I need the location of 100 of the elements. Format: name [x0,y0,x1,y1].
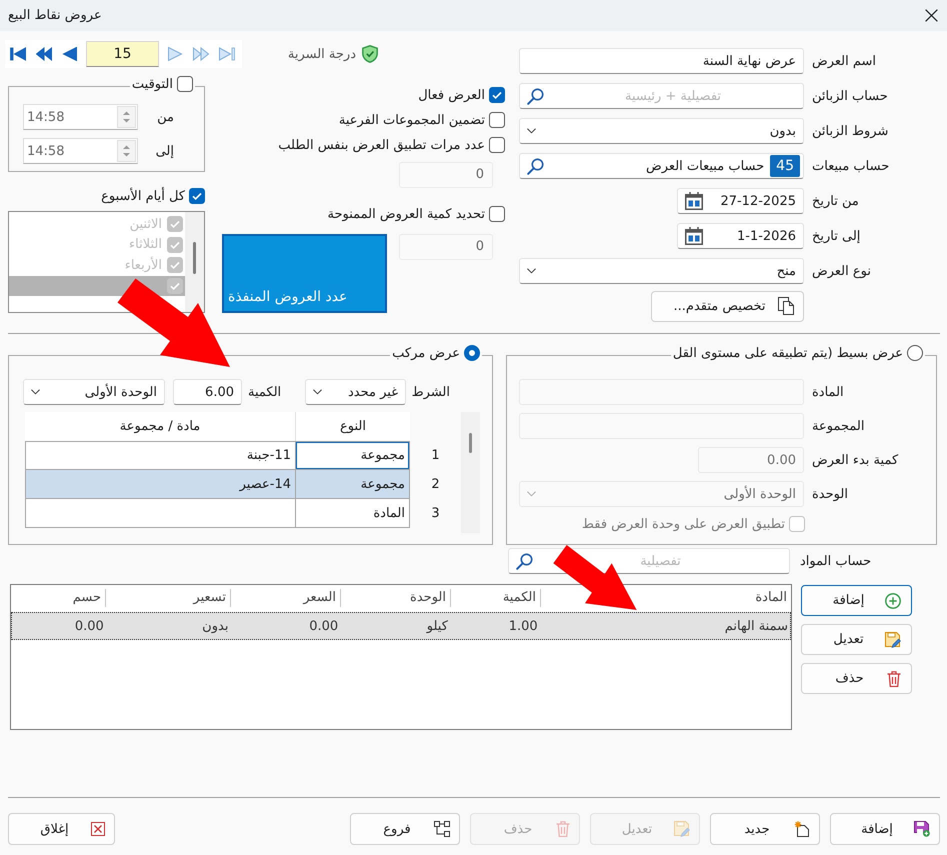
checkbox[interactable] [167,216,183,232]
chevron-down-icon[interactable] [527,268,536,274]
checkbox[interactable] [167,278,183,294]
hierarchy-icon [434,821,450,837]
field-label: من [156,110,174,124]
chevron-down-icon[interactable] [31,389,40,395]
unit-dropdown[interactable]: الوحدة الأولى [23,379,165,405]
search-icon[interactable] [527,88,544,104]
calendar-icon[interactable] [685,192,703,210]
checkbox-label: تطبيق العرض على وحدة العرض فقط [582,516,785,532]
radio-label: عرض بسيط (يتم تطبيقه على مستوى القل [672,346,903,360]
checkbox-label: العرض فعال [418,88,485,102]
spinner-icon[interactable] [117,140,136,162]
document-copy-icon [778,297,794,315]
table-cell[interactable] [25,499,295,528]
floppy-plus-icon [914,821,930,837]
time-field[interactable]: 14:58 [23,104,138,130]
field-label: شروط الزبائن [811,124,890,138]
checkbox-label: عدد مرات تطبيق العرض بنفس الطلب [278,138,485,152]
number-field[interactable]: 0 [399,234,493,260]
close-icon[interactable] [925,9,938,22]
condition-dropdown[interactable]: غير محدد [305,379,406,405]
field-label: الوحدة [811,486,849,502]
checkbox[interactable] [189,188,205,204]
text-field[interactable]: عرض نهاية السنة [519,48,804,74]
field-label: حساب المواد [799,554,872,568]
dropdown[interactable]: الوحدة الأولى [519,481,804,507]
scrollbar-thumb[interactable] [193,242,196,274]
chevron-down-icon[interactable] [527,128,536,134]
document-star-icon [794,821,810,837]
calendar-icon[interactable] [685,227,703,245]
time-field[interactable]: 14:58 [23,138,138,164]
field-label: كمية بدء العرض [811,452,900,468]
add-button[interactable]: إضافة [830,813,940,845]
checkbox-label: التوقيت [132,76,173,92]
dropdown[interactable]: منح [519,258,804,284]
quantity-field[interactable]: 6.00 [173,379,242,405]
edit-button[interactable]: تعديل [801,624,912,655]
field-label: اسم العرض [811,54,878,68]
number-field[interactable]: 0 [399,162,493,188]
checkbox[interactable] [789,516,805,532]
advanced-settings-button[interactable]: تخصيص متقدم... [651,290,804,322]
checkbox-label: تحديد كمية العروض الممنوحة [327,206,485,222]
search-icon[interactable] [516,552,533,570]
checkbox[interactable] [489,137,505,153]
field-label: حساب مبيعات [811,158,890,174]
table-cell[interactable]: 14-عصير [25,470,295,499]
trash-icon [887,670,901,686]
number-field[interactable]: 0.00 [698,447,804,473]
checkbox-label: تضمين المجموعات الفرعية [338,112,485,128]
scrollbar-track[interactable] [185,212,204,312]
checkbox[interactable] [489,112,505,128]
row-number: 3 [430,505,441,523]
date-field[interactable]: 1-1-2026 [677,223,804,249]
chevron-down-icon[interactable] [313,389,322,395]
dropdown[interactable]: بدون [519,118,804,144]
weekday-item[interactable] [9,276,185,296]
table-cell[interactable]: 11-جبنة [25,441,295,470]
plus-circle-icon [885,592,901,608]
new-button[interactable]: جديد [710,813,820,845]
field-label: حساب الزبائن [811,88,889,104]
close-button[interactable]: إغلاق [8,813,115,845]
field-label: الكمية [247,384,282,400]
radio-button[interactable] [907,345,923,361]
security-level-label: درجة السرية [288,46,356,62]
checkbox[interactable] [489,206,505,222]
branches-button[interactable]: فروع [350,813,460,845]
floppy-pencil-icon [885,632,901,648]
checkbox[interactable] [177,76,193,92]
row-number: 2 [430,476,441,494]
shield-check-icon [362,45,378,63]
table-cell-text: 1.00 [508,618,539,634]
triangle-left-icon[interactable] [62,47,78,61]
checkbox[interactable] [489,87,505,103]
window-title: عروض نقاط البيع [8,8,102,23]
skip-back-icon[interactable] [10,47,26,61]
scrollbar-track[interactable] [461,412,480,533]
field-label: الشرط [410,384,450,400]
account-code-badge: 45 [770,155,800,177]
radio-button[interactable] [464,345,480,361]
close-icon [91,822,105,836]
rewind-icon[interactable] [36,47,52,61]
column-header: حسم [72,589,102,607]
checkbox[interactable] [167,257,183,273]
radio-label: عرض مركب [392,346,460,360]
trash-icon [556,821,570,837]
table-cell[interactable]: المادة [295,499,410,528]
row-number: 1 [430,447,441,465]
column-header: الكمية [450,589,540,607]
spinner-icon[interactable] [117,106,136,128]
scrollbar-thumb[interactable] [469,433,472,453]
checkbox[interactable] [167,236,183,252]
record-number-field[interactable]: 15 [86,41,159,67]
date-field[interactable]: 27-12-2025 [677,188,804,214]
delete-button[interactable]: حذف [801,663,912,694]
table-cell[interactable]: مجموعة [295,441,410,470]
search-icon[interactable] [527,158,544,174]
field-label: من تاريخ [811,194,860,208]
table-cell[interactable]: مجموعة [295,470,410,499]
add-button[interactable]: إضافة [801,585,912,616]
